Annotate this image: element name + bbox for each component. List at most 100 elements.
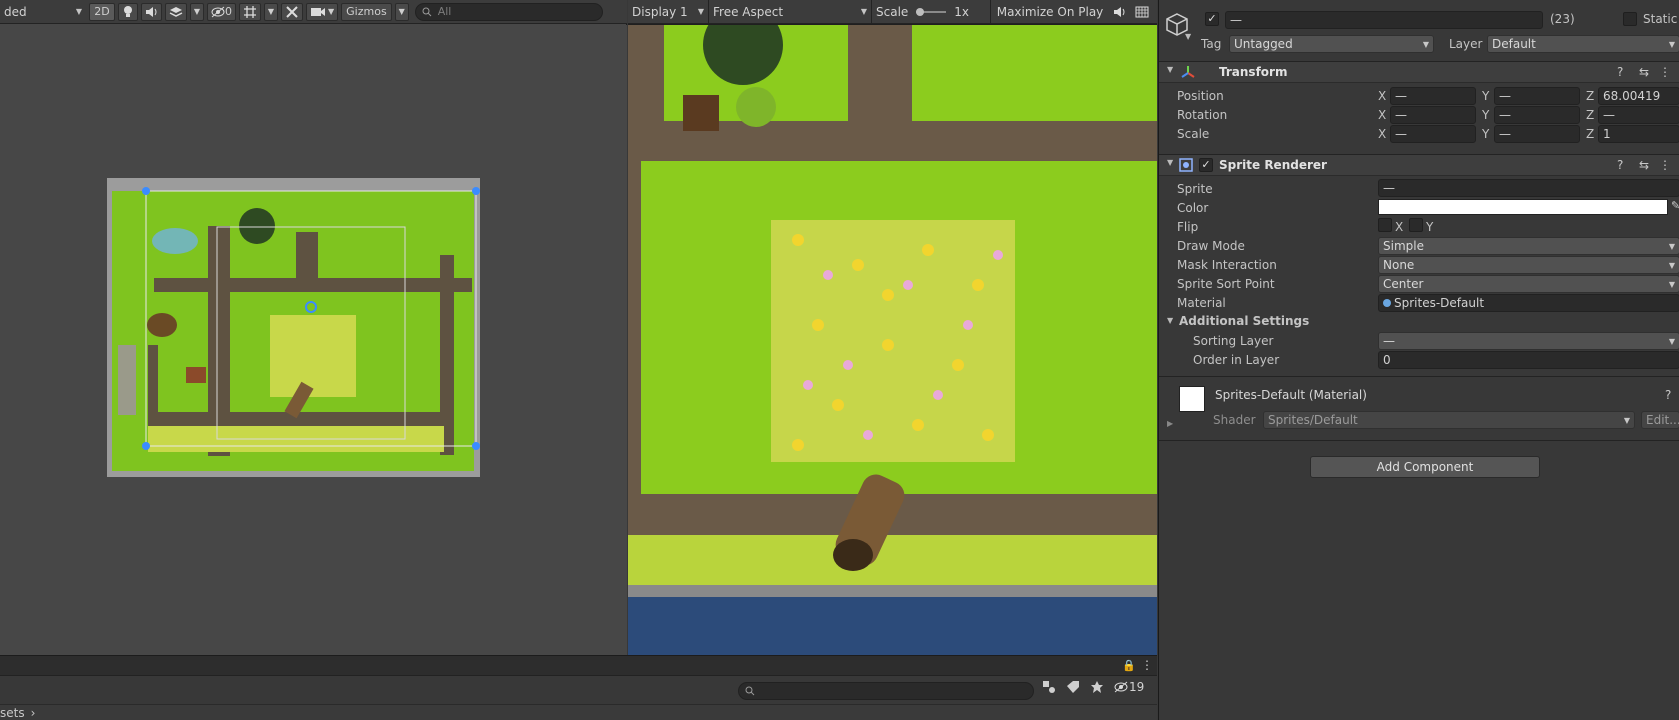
help-icon[interactable]: ? (1617, 65, 1623, 79)
preset-icon[interactable]: ⇆ (1639, 65, 1649, 79)
hidden-packages-button[interactable]: 19 (1114, 680, 1144, 694)
color-swatch[interactable] (1378, 199, 1668, 215)
position-y-field[interactable]: — (1494, 87, 1580, 105)
scene-view[interactable]: ded ▼ 2D ▼ 0 ▼ ▼ Gizmos ▼ All (0, 0, 627, 655)
scale-z-field[interactable]: 1 (1598, 125, 1679, 143)
static-checkbox[interactable] (1623, 12, 1637, 26)
draw-mode-dropdown[interactable]: ded ▼ (0, 3, 86, 21)
order-in-layer-field[interactable]: 0 (1378, 351, 1679, 369)
lighting-toggle-button[interactable] (118, 2, 138, 21)
sprite-sort-point-dropdown[interactable]: Center ▼ (1378, 275, 1679, 293)
toggle-2d-button[interactable]: 2D (89, 2, 115, 21)
object-name-field[interactable]: — (1225, 11, 1543, 29)
effects-toggle-button[interactable] (165, 2, 187, 21)
y-axis-label[interactable]: Y (1482, 108, 1489, 122)
tools-button[interactable] (281, 2, 303, 21)
x-axis-label[interactable]: X (1378, 127, 1386, 141)
x-axis-label[interactable]: X (1378, 89, 1386, 103)
game-canvas (628, 25, 1157, 655)
layer-dropdown[interactable]: Default ▼ (1487, 35, 1679, 53)
hidden-objects-button[interactable]: 0 (207, 2, 236, 21)
log-hole (833, 539, 873, 571)
sprite-renderer-enabled-checkbox[interactable]: ✓ (1199, 158, 1213, 172)
preset-icon[interactable]: ⇆ (1639, 158, 1649, 172)
z-axis-label[interactable]: Z (1586, 127, 1594, 141)
kebab-menu-icon[interactable]: ⋮ (1141, 658, 1153, 672)
kebab-menu-icon[interactable]: ⋮ (1659, 65, 1671, 79)
material-field[interactable]: Sprites-Default (1378, 294, 1679, 312)
stats-button[interactable] (1131, 3, 1153, 21)
help-icon[interactable]: ? (1665, 388, 1671, 402)
add-component-button[interactable]: Add Component (1310, 456, 1540, 478)
kebab-menu-icon[interactable]: ⋮ (1659, 158, 1671, 172)
shader-dropdown[interactable]: Sprites/Default ▼ (1263, 411, 1635, 429)
rotation-z-field[interactable]: — (1598, 106, 1679, 124)
rect-handle[interactable] (472, 187, 480, 195)
scene-canvas[interactable] (0, 25, 627, 655)
transform-header[interactable]: ▼ Transform ? ⇆ ⋮ (1159, 61, 1679, 83)
mute-audio-button[interactable] (1109, 3, 1131, 21)
foldout-arrow-icon[interactable]: ▼ (1167, 65, 1173, 74)
sprite-field[interactable]: — (1378, 179, 1679, 197)
project-search-input[interactable] (738, 682, 1034, 700)
y-axis-label[interactable]: Y (1482, 89, 1489, 103)
rect-handle[interactable] (142, 187, 150, 195)
chevron-down-icon[interactable]: ▼ (1185, 32, 1191, 41)
maximize-on-play-toggle[interactable]: Maximize On Play (991, 3, 1109, 21)
star-icon[interactable] (1090, 680, 1104, 694)
active-checkbox[interactable]: ✓ (1205, 12, 1219, 26)
scene-search-input[interactable]: All (414, 2, 603, 21)
project-tabbar: 🔒 ⋮ (0, 656, 1157, 676)
additional-settings-label[interactable]: Additional Settings (1179, 314, 1309, 328)
rect-handle[interactable] (472, 442, 480, 450)
gizmos-dropdown-button[interactable]: ▼ (394, 2, 409, 21)
rotation-x-field[interactable]: — (1390, 106, 1476, 124)
help-icon[interactable]: ? (1617, 158, 1623, 172)
aspect-dropdown[interactable]: Free Aspect ▼ (709, 3, 871, 21)
scale-y-field[interactable]: — (1494, 125, 1580, 143)
breadcrumb-item[interactable]: sets (0, 706, 25, 720)
scale-x-field[interactable]: — (1390, 125, 1476, 143)
flip-x-label: X (1395, 220, 1404, 234)
filter-type-icon[interactable] (1042, 680, 1056, 694)
z-axis-label[interactable]: Z (1586, 108, 1594, 122)
flip-x-checkbox[interactable] (1378, 218, 1392, 232)
grid-toggle-button[interactable] (239, 2, 261, 21)
display-dropdown[interactable]: Display 1 ▼ (628, 3, 708, 21)
x-axis-label[interactable]: X (1378, 108, 1386, 122)
sprite-renderer-title: Sprite Renderer (1219, 158, 1327, 172)
eyedropper-icon[interactable]: ✎ (1671, 199, 1679, 212)
lock-icon[interactable]: 🔒 (1122, 659, 1136, 672)
foldout-arrow-icon[interactable]: ▶ (1167, 419, 1173, 428)
display-label: Display 1 (632, 4, 688, 19)
flip-y-checkbox[interactable] (1409, 218, 1423, 232)
chevron-down-icon: ▼ (1422, 39, 1429, 49)
camera-settings-button[interactable]: ▼ (306, 2, 339, 21)
draw-mode-dropdown[interactable]: Simple ▼ (1378, 237, 1679, 255)
order-in-layer-label: Order in Layer (1193, 353, 1280, 367)
gizmos-button[interactable]: Gizmos (341, 2, 392, 21)
rect-handle[interactable] (142, 442, 150, 450)
tag-dropdown[interactable]: Untagged ▼ (1229, 35, 1434, 53)
z-axis-label[interactable]: Z (1586, 89, 1594, 103)
sprite-renderer-header[interactable]: ▼ ✓ Sprite Renderer ? ⇆ ⋮ (1159, 154, 1679, 176)
grid-dropdown-button[interactable]: ▼ (264, 2, 278, 21)
divider (1159, 440, 1679, 441)
shader-edit-button[interactable]: Edit... (1641, 411, 1679, 429)
position-z-field[interactable]: 68.00419 (1598, 87, 1679, 105)
game-view[interactable]: Display 1 ▼ Free Aspect ▼ Scale 1x Maxim… (628, 0, 1157, 655)
material-preview (1179, 386, 1205, 412)
y-axis-label[interactable]: Y (1482, 127, 1489, 141)
foldout-arrow-icon[interactable]: ▼ (1167, 158, 1173, 167)
position-x-field[interactable]: — (1390, 87, 1476, 105)
foldout-arrow-icon[interactable]: ▼ (1167, 316, 1173, 325)
sorting-layer-dropdown[interactable]: — ▼ (1378, 332, 1679, 350)
rotation-y-field[interactable]: — (1494, 106, 1580, 124)
label-icon[interactable] (1066, 680, 1080, 694)
mask-interaction-dropdown[interactable]: None ▼ (1378, 256, 1679, 274)
chevron-down-icon: ▼ (1668, 260, 1675, 270)
effects-dropdown-button[interactable]: ▼ (190, 2, 204, 21)
audio-toggle-button[interactable] (141, 2, 162, 21)
scale-slider[interactable] (914, 7, 948, 17)
speaker-icon (1114, 6, 1125, 17)
